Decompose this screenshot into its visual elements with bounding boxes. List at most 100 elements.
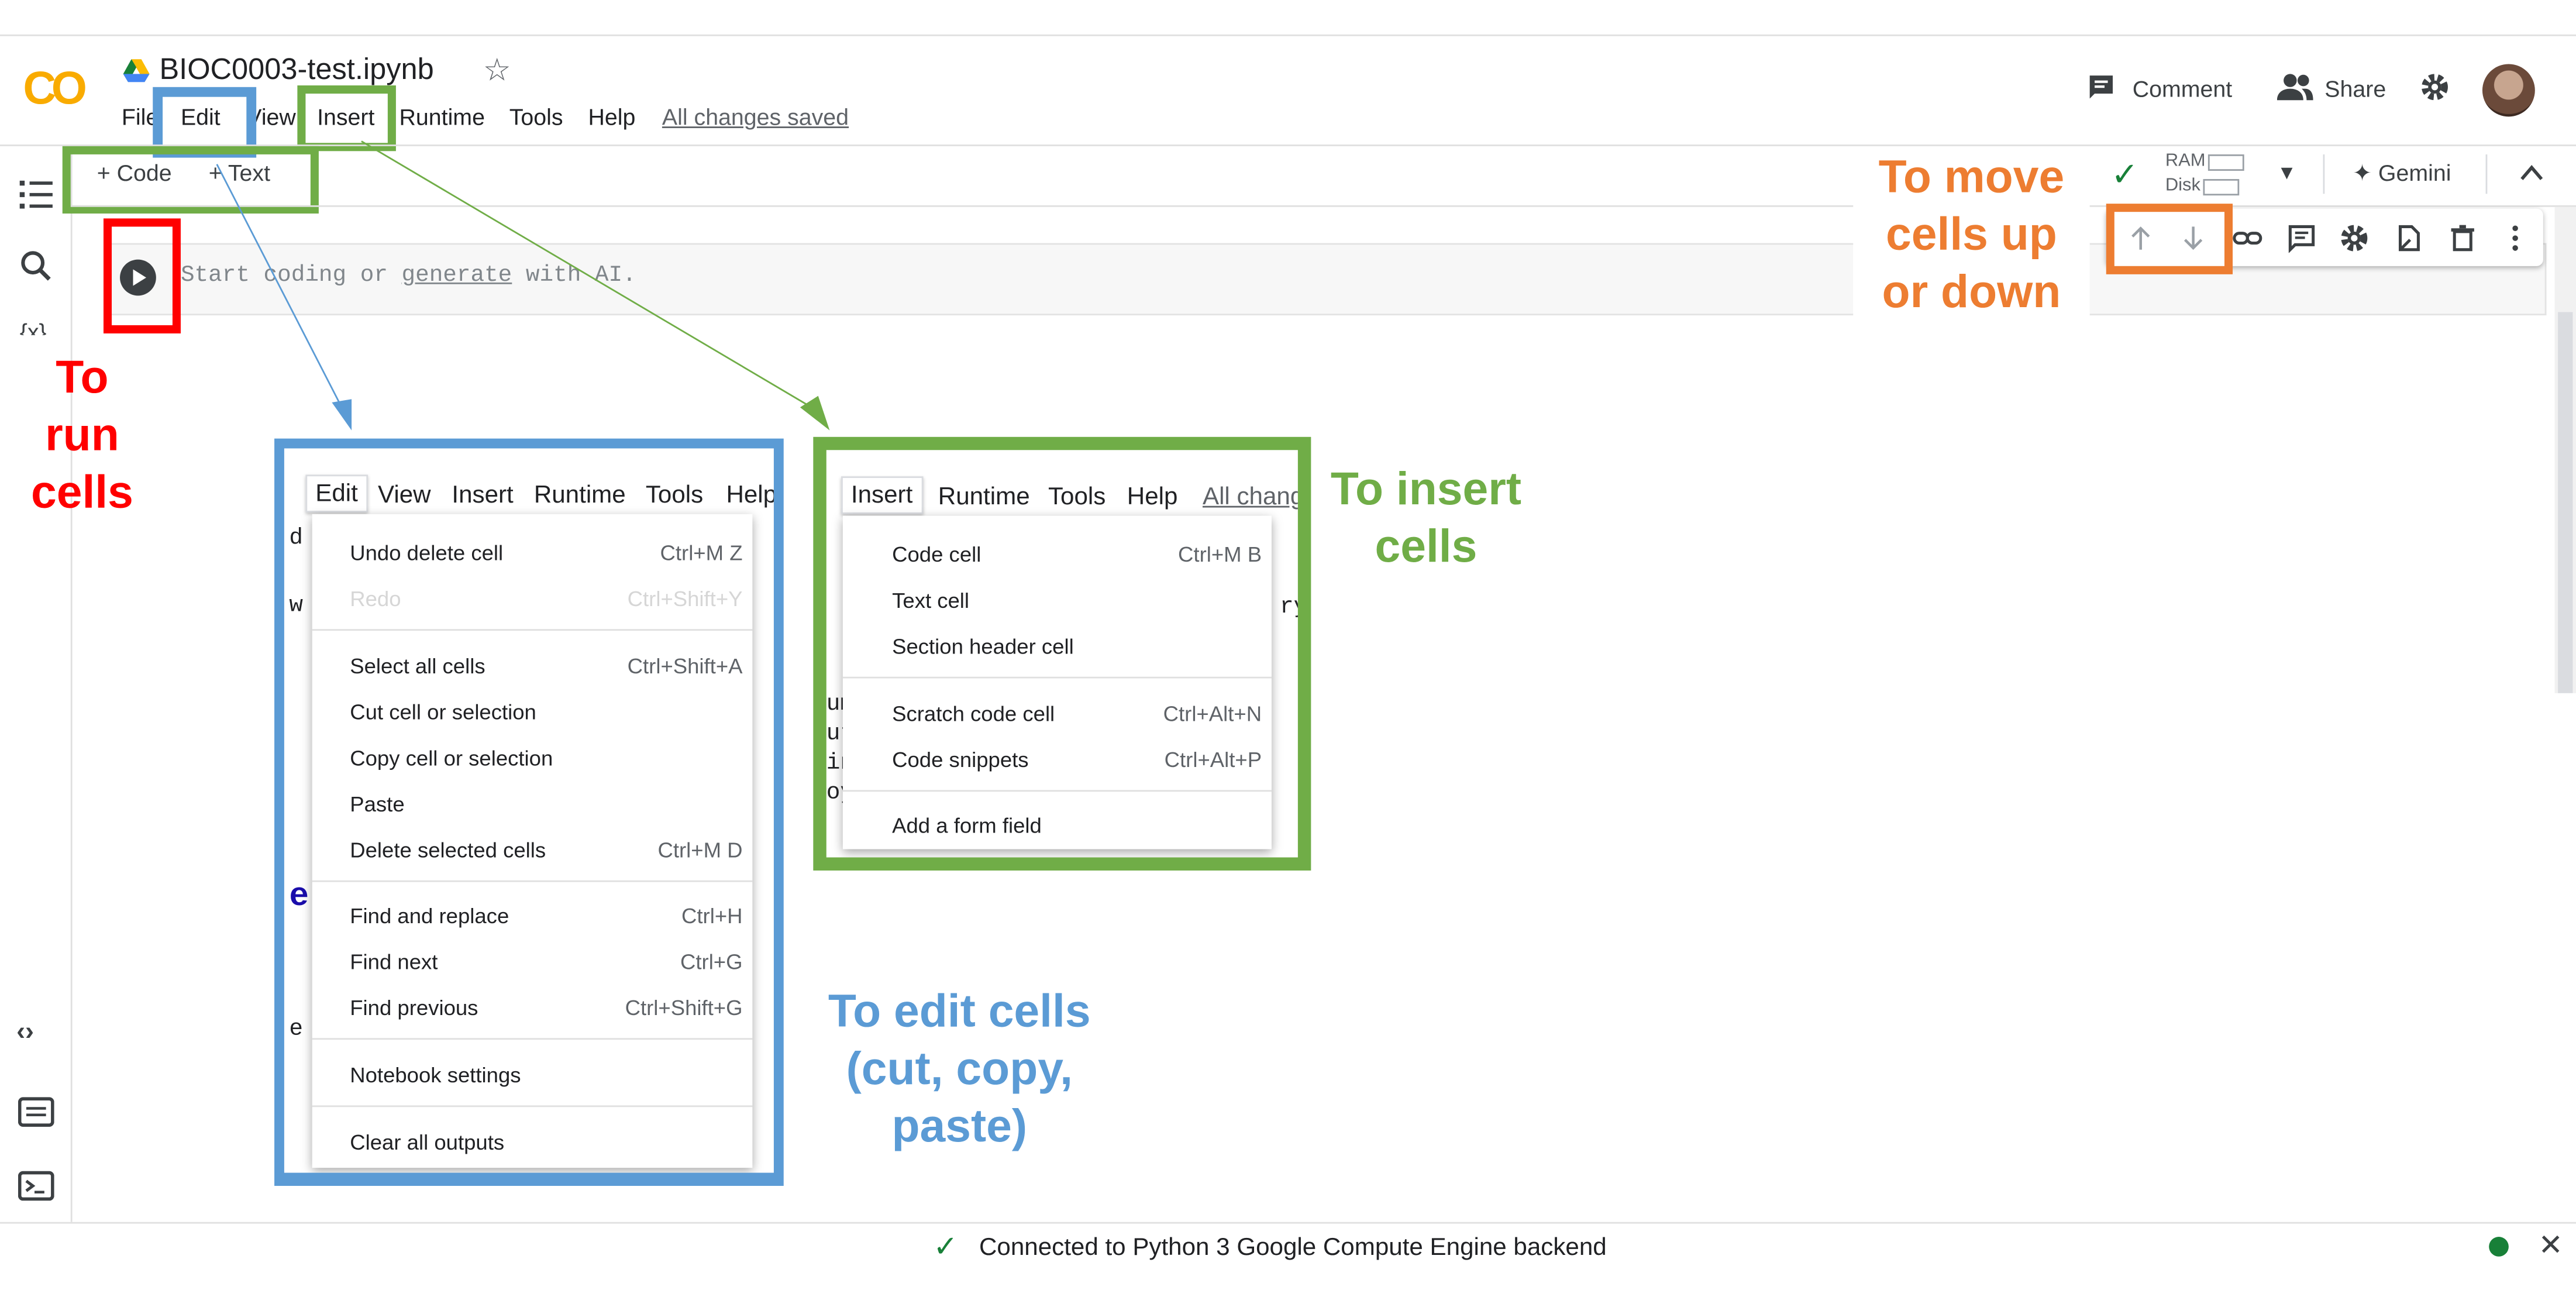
insert-arrow-head: [800, 395, 830, 431]
search-icon[interactable]: [18, 248, 54, 284]
generate-link[interactable]: generate: [402, 263, 512, 289]
menu-separator: [312, 629, 753, 631]
edit-panel-menu-insert[interactable]: Insert: [452, 481, 513, 510]
bg-fragment: ry: [1279, 594, 1298, 621]
item-label: Paste: [350, 792, 405, 817]
terminal-icon[interactable]: [18, 1168, 54, 1204]
item-label: Add a form field: [892, 813, 1042, 838]
edit-arrow-head: [332, 399, 352, 431]
item-label: Notebook settings: [350, 1062, 521, 1088]
user-avatar[interactable]: [2482, 64, 2535, 117]
scrollbar-thumb[interactable]: [2558, 312, 2573, 693]
annotation-edit-cells: To edit cells (cut, copy, paste): [828, 985, 1091, 1152]
variables-icon[interactable]: {x}: [20, 319, 47, 335]
insert-menu-zoom-panel: umutinoy ry Insert Runtime Tools Help Al…: [813, 436, 1311, 871]
item-label: Code snippets: [892, 747, 1029, 772]
comment-cell-icon[interactable]: [2287, 223, 2317, 253]
resource-monitor[interactable]: RAM Disk: [2165, 149, 2245, 198]
comment-icon[interactable]: [2086, 73, 2116, 102]
menu-runtime[interactable]: Runtime: [400, 104, 485, 130]
insert-panel-saved-link[interactable]: All chang: [1203, 483, 1298, 511]
annotation-move-cells: To move cells up or down: [1853, 147, 2090, 321]
saved-status-link[interactable]: All changes saved: [662, 104, 849, 130]
cell-settings-gear-icon[interactable]: [2340, 223, 2370, 253]
item-label: Code cell: [892, 542, 982, 567]
notebook-title[interactable]: BIOC0003-test.ipynb: [159, 53, 433, 87]
bg-fragment: e: [289, 1016, 303, 1043]
code-snippets-icon[interactable]: ‹›: [16, 1019, 34, 1048]
item-label: Select all cells: [350, 653, 485, 679]
bg-fragment: d: [289, 525, 303, 552]
delete-cell-icon[interactable]: [2448, 223, 2478, 253]
insert-panel-menu-tools[interactable]: Tools: [1048, 483, 1106, 511]
gemini-button[interactable]: ✦ Gemini: [2353, 159, 2451, 187]
more-options-icon[interactable]: [2501, 223, 2530, 253]
item-shortcut: Ctrl+H: [681, 903, 743, 928]
bg-fragment: e: [289, 879, 309, 917]
connected-check-icon: ✓: [2111, 157, 2139, 194]
connection-status: Connected to Python 3 Google Compute Eng…: [979, 1233, 1607, 1262]
insert-menu-highlight: [297, 85, 396, 152]
menu-separator: [842, 790, 1272, 792]
ram-bar: [2209, 153, 2245, 170]
sidebar-divider: [70, 146, 73, 1222]
gear-icon[interactable]: [2420, 73, 2450, 102]
collapse-separator: [2485, 154, 2488, 194]
edit-panel-menu-tools[interactable]: Tools: [646, 481, 703, 510]
menu-tools[interactable]: Tools: [509, 104, 563, 130]
item-label: Redo: [350, 586, 401, 611]
item-shortcut: Ctrl+Alt+P: [1164, 747, 1262, 772]
item-label: Section header cell: [892, 634, 1074, 659]
disk-bar: [2203, 178, 2240, 195]
star-icon[interactable]: ☆: [483, 53, 511, 91]
insert-panel-menu-help[interactable]: Help: [1127, 483, 1178, 511]
edit-panel-screen: d w e e Edit View Insert Runtime Tools H…: [284, 448, 774, 1173]
cell-placeholder[interactable]: Start coding or generate with AI.: [181, 263, 636, 289]
insert-panel-menu-insert[interactable]: Insert: [841, 476, 923, 514]
insert-panel-menu-runtime[interactable]: Runtime: [938, 483, 1030, 511]
people-icon[interactable]: [2277, 73, 2313, 102]
move-cell-highlight: [2106, 204, 2233, 274]
edit-panel-menu-runtime[interactable]: Runtime: [534, 481, 626, 510]
link-icon[interactable]: [2233, 223, 2262, 253]
run-cell-highlight: [103, 218, 181, 333]
item-label: Find previous: [350, 995, 478, 1020]
edit-panel-menu-view[interactable]: View: [378, 481, 431, 510]
command-palette-icon[interactable]: [18, 1094, 54, 1130]
mirror-cell-icon[interactable]: [2394, 223, 2423, 253]
collapse-chevron-icon[interactable]: [2519, 163, 2545, 183]
prompt-text: Start coding or: [180, 263, 402, 290]
edit-dropdown: Undo delete cell Ctrl+M Z Redo Ctrl+Shift+…: [312, 514, 753, 1168]
menu-separator: [312, 1105, 753, 1107]
table-of-contents-icon[interactable]: [18, 176, 54, 212]
item-shortcut: Ctrl+M D: [657, 837, 743, 862]
status-indicator-dot: [2489, 1237, 2509, 1257]
colab-logo[interactable]: CO: [23, 63, 87, 115]
edit-panel-menu-edit[interactable]: Edit: [305, 474, 368, 512]
annotation-run-cells: To run cells: [30, 351, 133, 518]
status-check-icon: ✓: [933, 1230, 958, 1263]
item-label: Undo delete cell: [350, 540, 504, 565]
menu-separator: [312, 880, 753, 882]
item-label: Copy cell or selection: [350, 745, 553, 770]
menu-help[interactable]: Help: [588, 104, 636, 130]
close-status-icon[interactable]: ✕: [2538, 1229, 2563, 1263]
item-shortcut: Ctrl+M Z: [660, 540, 743, 565]
item-label: Clear all outputs: [350, 1130, 505, 1155]
ram-label: RAM: [2165, 151, 2206, 171]
top-divider: [0, 34, 2576, 36]
menu-separator: [842, 676, 1272, 679]
comment-button[interactable]: Comment: [2133, 75, 2232, 102]
share-button[interactable]: Share: [2324, 75, 2386, 102]
item-label: Scratch code cell: [892, 701, 1055, 726]
resource-dropdown-icon[interactable]: ▼: [2277, 161, 2296, 184]
disk-label: Disk: [2165, 176, 2200, 196]
edit-panel-menu-help[interactable]: Help: [726, 481, 773, 510]
google-drive-icon: [123, 59, 150, 82]
add-cell-highlight: [62, 146, 319, 214]
item-shortcut: Ctrl+Shift+Y: [627, 586, 743, 611]
item-shortcut: Ctrl+Shift+A: [627, 653, 743, 679]
header-divider: [0, 145, 2576, 146]
menu-separator: [312, 1038, 753, 1040]
item-shortcut: Ctrl+M B: [1178, 542, 1262, 567]
